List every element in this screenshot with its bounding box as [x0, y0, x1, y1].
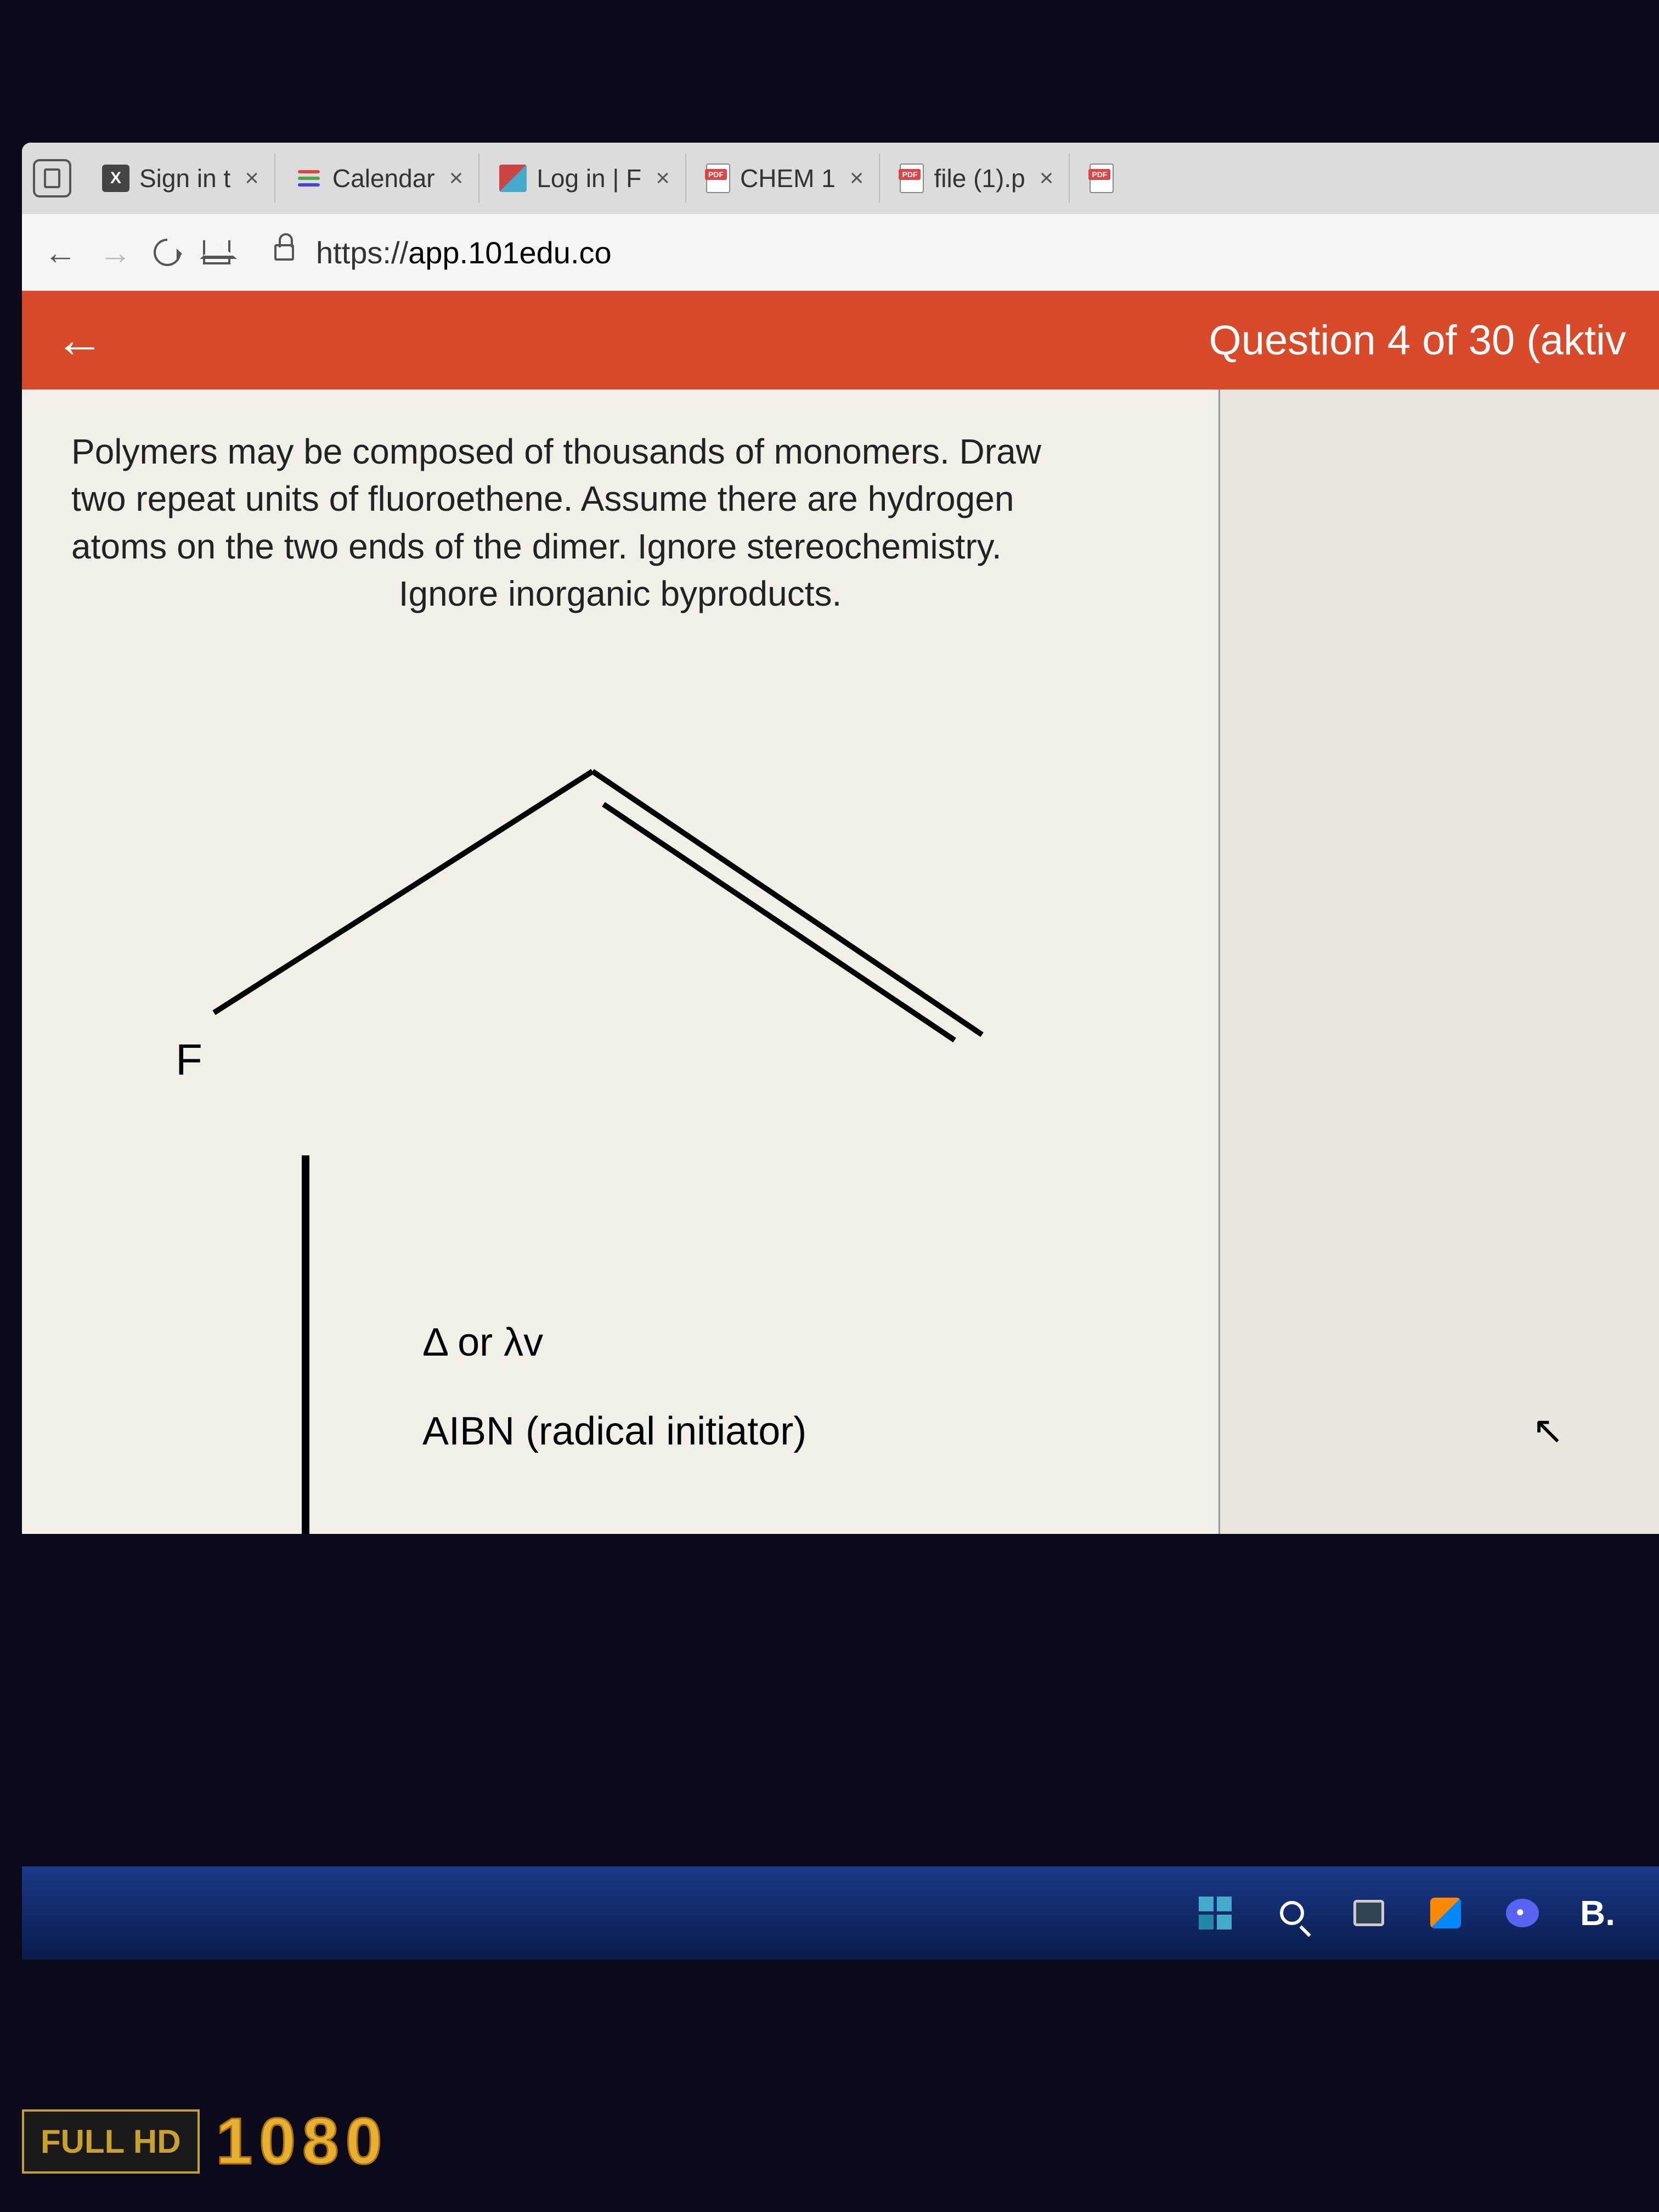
refresh-button[interactable] — [148, 233, 187, 272]
pinned-app[interactable] — [1426, 1894, 1465, 1932]
windows-taskbar: B. — [22, 1866, 1659, 1960]
content-area: Polymers may be composed of thousands of… — [22, 390, 1659, 1534]
reaction-arrow — [302, 1155, 324, 1534]
tab-label: Calendar — [332, 163, 435, 193]
badge-box: FULL HD — [22, 2109, 200, 2174]
address-bar: ← → https://app.101edu.co — [22, 214, 1659, 291]
tab-file[interactable]: file (1).p × — [884, 154, 1070, 203]
close-icon[interactable]: × — [850, 165, 864, 192]
question-text: Polymers may be composed of thousands of… — [71, 428, 1169, 618]
browser-tab-bar: X Sign in t × Calendar × Log in | F × CH… — [22, 143, 1659, 214]
tab-login[interactable]: Log in | F × — [484, 154, 686, 203]
tab-label: Sign in t — [139, 163, 230, 193]
reaction-conditions: Δ or λv AIBN (radical initiator) — [422, 1320, 806, 1498]
tab-chem[interactable]: CHEM 1 × — [691, 154, 881, 203]
main-panel: Polymers may be composed of thousands of… — [22, 390, 1220, 1534]
pdf-icon — [1090, 163, 1114, 193]
question-line: two repeat units of fluoroethene. Assume… — [71, 479, 1014, 518]
lock-icon[interactable] — [274, 244, 294, 261]
side-panel — [1220, 390, 1659, 1534]
tab-group-icon[interactable] — [33, 159, 71, 198]
close-icon[interactable]: × — [656, 165, 670, 192]
close-icon[interactable]: × — [449, 165, 464, 192]
tab-label: Log in | F — [537, 163, 641, 193]
app-back-button[interactable]: ← — [55, 312, 104, 369]
question-line: atoms on the two ends of the dimer. Igno… — [71, 527, 1002, 566]
chat-icon — [1506, 1899, 1539, 1927]
question-line: Ignore inorganic byproducts. — [71, 570, 1169, 617]
taskview-icon — [1353, 1900, 1384, 1926]
cursor-icon: ↖ — [1532, 1408, 1564, 1453]
task-view-button[interactable] — [1350, 1894, 1388, 1932]
calendar-app-icon — [295, 165, 323, 192]
close-icon[interactable]: × — [245, 165, 259, 192]
x-app-icon: X — [102, 165, 129, 192]
condition-heat-light: Δ or λv — [422, 1320, 806, 1365]
molecule-structure — [126, 727, 1059, 1111]
url-text[interactable]: https://app.101edu.co — [316, 235, 612, 270]
fluorine-atom-label: F — [176, 1035, 202, 1085]
b-label: B. — [1580, 1893, 1615, 1933]
start-button[interactable] — [1196, 1894, 1234, 1932]
condition-initiator: AIBN (radical initiator) — [422, 1409, 806, 1454]
close-icon[interactable]: × — [1040, 165, 1054, 192]
search-button[interactable] — [1273, 1894, 1311, 1932]
home-button[interactable] — [203, 240, 230, 264]
back-button[interactable]: ← — [44, 234, 77, 272]
app-header: ← Question 4 of 30 (aktiv — [22, 291, 1659, 390]
tab-overflow[interactable] — [1074, 154, 1129, 203]
login-app-icon — [499, 165, 527, 192]
monitor-badge: FULL HD 1080 — [22, 2103, 388, 2179]
tab-label: file (1).p — [934, 163, 1025, 193]
tab-label: CHEM 1 — [740, 163, 836, 193]
search-icon — [1280, 1901, 1304, 1925]
question-counter: Question 4 of 30 (aktiv — [1209, 317, 1626, 364]
molecule-diagram[interactable]: F Δ or λv AIBN (radical initiator) ⌄ ↖ — [71, 727, 1169, 1496]
chat-button[interactable] — [1503, 1894, 1542, 1932]
windows-icon — [1199, 1897, 1232, 1929]
question-line: Polymers may be composed of thousands of… — [71, 432, 1041, 471]
pdf-icon — [900, 163, 924, 193]
badge-resolution: 1080 — [216, 2103, 389, 2179]
tab-calendar[interactable]: Calendar × — [280, 154, 479, 203]
app-icon — [1430, 1898, 1461, 1928]
url-protocol: https:// — [316, 235, 408, 270]
tab-signin[interactable]: X Sign in t × — [87, 154, 275, 203]
forward-button[interactable]: → — [99, 234, 132, 272]
pdf-icon — [706, 163, 730, 193]
url-domain: app.101edu.co — [408, 235, 612, 270]
